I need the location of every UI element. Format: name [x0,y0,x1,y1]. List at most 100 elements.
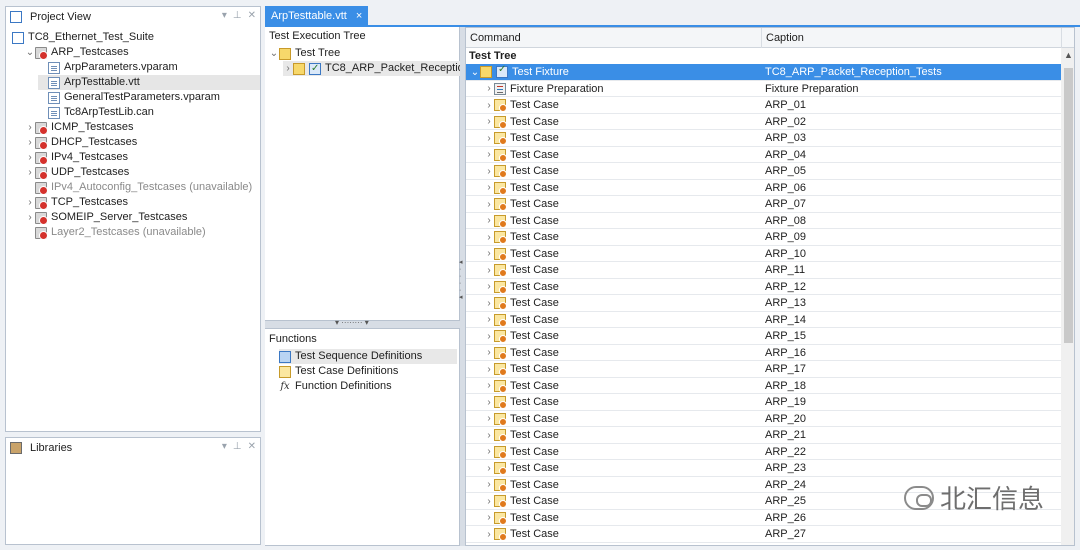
grid-row-test-case[interactable]: › Test Case ARP_13 [466,295,1061,312]
grid-row-test-case[interactable]: › Test Case ARP_27 [466,526,1061,543]
caption-cell[interactable]: ARP_18 [765,378,806,394]
grid-row-test-case[interactable]: › Test Case ARP_19 [466,394,1061,411]
grid-row-test-case[interactable]: › Test Case ARP_16 [466,345,1061,361]
chevron-right-icon[interactable]: › [484,149,494,160]
grid-row-fixture[interactable]: ⌄ Test Fixture TC8_ARP_Packet_Reception_Te… [466,64,1061,81]
grid-row-test-case[interactable]: › Test Case ARP_08 [466,213,1061,229]
chevron-right-icon[interactable]: › [25,120,35,135]
chevron-right-icon[interactable]: › [283,61,293,76]
grid-row-test-case[interactable]: › Test Case ARP_10 [466,246,1061,262]
grid-row-test-case[interactable]: › Test Case ARP_02 [466,114,1061,130]
caption-cell[interactable]: ARP_23 [765,460,806,476]
chevron-right-icon[interactable]: › [25,195,35,210]
chevron-right-icon[interactable]: › [484,116,494,127]
chevron-right-icon[interactable]: › [484,133,494,144]
chevron-right-icon[interactable]: › [25,150,35,165]
horizontal-splitter[interactable]: ▾ ········ ▾ [265,318,460,328]
caption-cell[interactable]: ARP_26 [765,510,806,526]
caption-cell[interactable]: ARP_24 [765,477,806,493]
caption-cell[interactable]: ARP_21 [765,427,806,443]
caption-cell[interactable]: ARP_02 [765,114,806,130]
grid-row-test-case[interactable]: › Test Case ARP_01 [466,97,1061,114]
caption-cell[interactable]: ARP_20 [765,411,806,427]
project-tree-item[interactable]: › UDP_Testcases [25,165,129,180]
caption-cell[interactable]: ARP_06 [765,180,806,196]
chevron-right-icon[interactable]: › [484,397,494,408]
chevron-down-icon[interactable]: ⌄ [470,67,480,78]
chevron-right-icon[interactable]: › [25,165,35,180]
chevron-right-icon[interactable]: › [484,298,494,309]
functions-item-test-case-definitions[interactable]: Test Case Definitions [279,364,398,379]
project-tree-item[interactable]: GeneralTestParameters.vparam [38,90,220,105]
caption-cell[interactable]: ARP_19 [765,394,806,410]
chevron-right-icon[interactable]: › [484,364,494,375]
chevron-right-icon[interactable]: › [484,265,494,276]
chevron-right-icon[interactable]: › [484,463,494,474]
chevron-down-icon[interactable]: ⌄ [25,45,35,60]
chevron-right-icon[interactable]: › [484,199,494,210]
chevron-right-icon[interactable]: › [25,135,35,150]
column-header-command[interactable]: Command [466,28,762,48]
dropdown-icon[interactable]: ▾ [222,10,227,21]
caption-cell[interactable]: ARP_08 [765,213,806,229]
chevron-right-icon[interactable]: › [484,331,494,342]
project-tree-item[interactable]: › IPv4_Testcases [25,150,128,165]
project-tree-item[interactable]: Layer2_Testcases (unavailable) [25,225,206,240]
project-tree-item[interactable]: ⌄ ARP_Testcases [25,45,129,60]
grid-row-test-case[interactable]: › Test Case ARP_22 [466,444,1061,460]
grid-row-test-case[interactable]: › Test Case ARP_03 [466,130,1061,147]
grid-row-test-case[interactable]: › Test Case ARP_09 [466,229,1061,246]
chevron-down-icon[interactable]: ⌄ [269,46,279,61]
chevron-right-icon[interactable]: › [484,232,494,243]
chevron-right-icon[interactable]: › [484,430,494,441]
functions-item-test-sequence-definitions[interactable]: Test Sequence Definitions [279,349,457,364]
caption-cell[interactable]: ARP_10 [765,246,806,262]
caption-cell[interactable]: ARP_13 [765,295,806,311]
caption-cell[interactable]: ARP_12 [765,279,806,295]
caption-cell[interactable]: ARP_27 [765,526,806,542]
chevron-right-icon[interactable]: › [484,314,494,325]
grid-row-test-case[interactable]: › Test Case ARP_18 [466,378,1061,394]
chevron-right-icon[interactable]: › [484,182,494,193]
caption-cell[interactable]: ARP_25 [765,493,806,509]
scrollbar-thumb[interactable] [1064,68,1073,343]
vertical-scrollbar[interactable]: ▲ [1061,48,1074,545]
caption-cell[interactable]: ARP_17 [765,361,806,377]
project-tree-item[interactable]: Tc8ArpTestLib.can [38,105,154,120]
grid-row-test-case[interactable]: › Test Case ARP_11 [466,262,1061,279]
caption-cell[interactable]: TC8_ARP_Packet_Reception_Tests [765,64,942,80]
project-tree-item[interactable]: IPv4_Autoconfig_Testcases (unavailable) [25,180,252,195]
grid-row-test-case[interactable]: › Test Case ARP_07 [466,196,1061,213]
caption-cell[interactable]: ARP_01 [765,97,806,113]
grid-row-test-case[interactable]: › Test Case ARP_15 [466,328,1061,345]
chevron-right-icon[interactable]: › [484,479,494,490]
grid-row-test-case[interactable]: › Test Case ARP_06 [466,180,1061,196]
chevron-right-icon[interactable]: › [484,347,494,358]
caption-cell[interactable]: ARP_09 [765,229,806,245]
scroll-up-icon[interactable]: ▲ [1064,50,1073,60]
close-icon[interactable]: ✕ [248,441,256,452]
caption-cell[interactable]: ARP_16 [765,345,806,361]
column-header-caption[interactable]: Caption [762,28,1062,48]
tab-close-icon[interactable]: × [356,10,362,22]
close-icon[interactable]: ✕ [248,10,256,21]
tab-arptesttable[interactable]: ArpTesttable.vtt × [265,6,369,26]
caption-cell[interactable]: ARP_04 [765,147,806,163]
pin-icon[interactable]: ⊥ [233,10,242,21]
chevron-right-icon[interactable]: › [25,210,35,225]
grid-row-test-case[interactable]: › Test Case ARP_21 [466,427,1061,444]
caption-cell[interactable]: ARP_15 [765,328,806,344]
chevron-right-icon[interactable]: › [484,446,494,457]
grid-row-test-case[interactable]: › Test Case ARP_20 [466,411,1061,427]
grid-row-test-case[interactable]: › Test Case ARP_05 [466,163,1061,180]
project-tree-item[interactable]: ArpTesttable.vtt [38,75,260,90]
grid-row-test-case[interactable]: › Test Case ARP_17 [466,361,1061,378]
chevron-right-icon[interactable]: › [484,529,494,540]
grid-row-test-case[interactable]: › Test Case ARP_04 [466,147,1061,163]
chevron-right-icon[interactable]: › [484,100,494,111]
caption-cell[interactable]: ARP_03 [765,130,806,146]
chevron-right-icon[interactable]: › [484,248,494,259]
chevron-right-icon[interactable]: › [484,83,494,94]
caption-cell[interactable]: ARP_22 [765,444,806,460]
tree-node-fixture[interactable]: › TC8_ARP_Packet_Receptio... [283,61,477,76]
